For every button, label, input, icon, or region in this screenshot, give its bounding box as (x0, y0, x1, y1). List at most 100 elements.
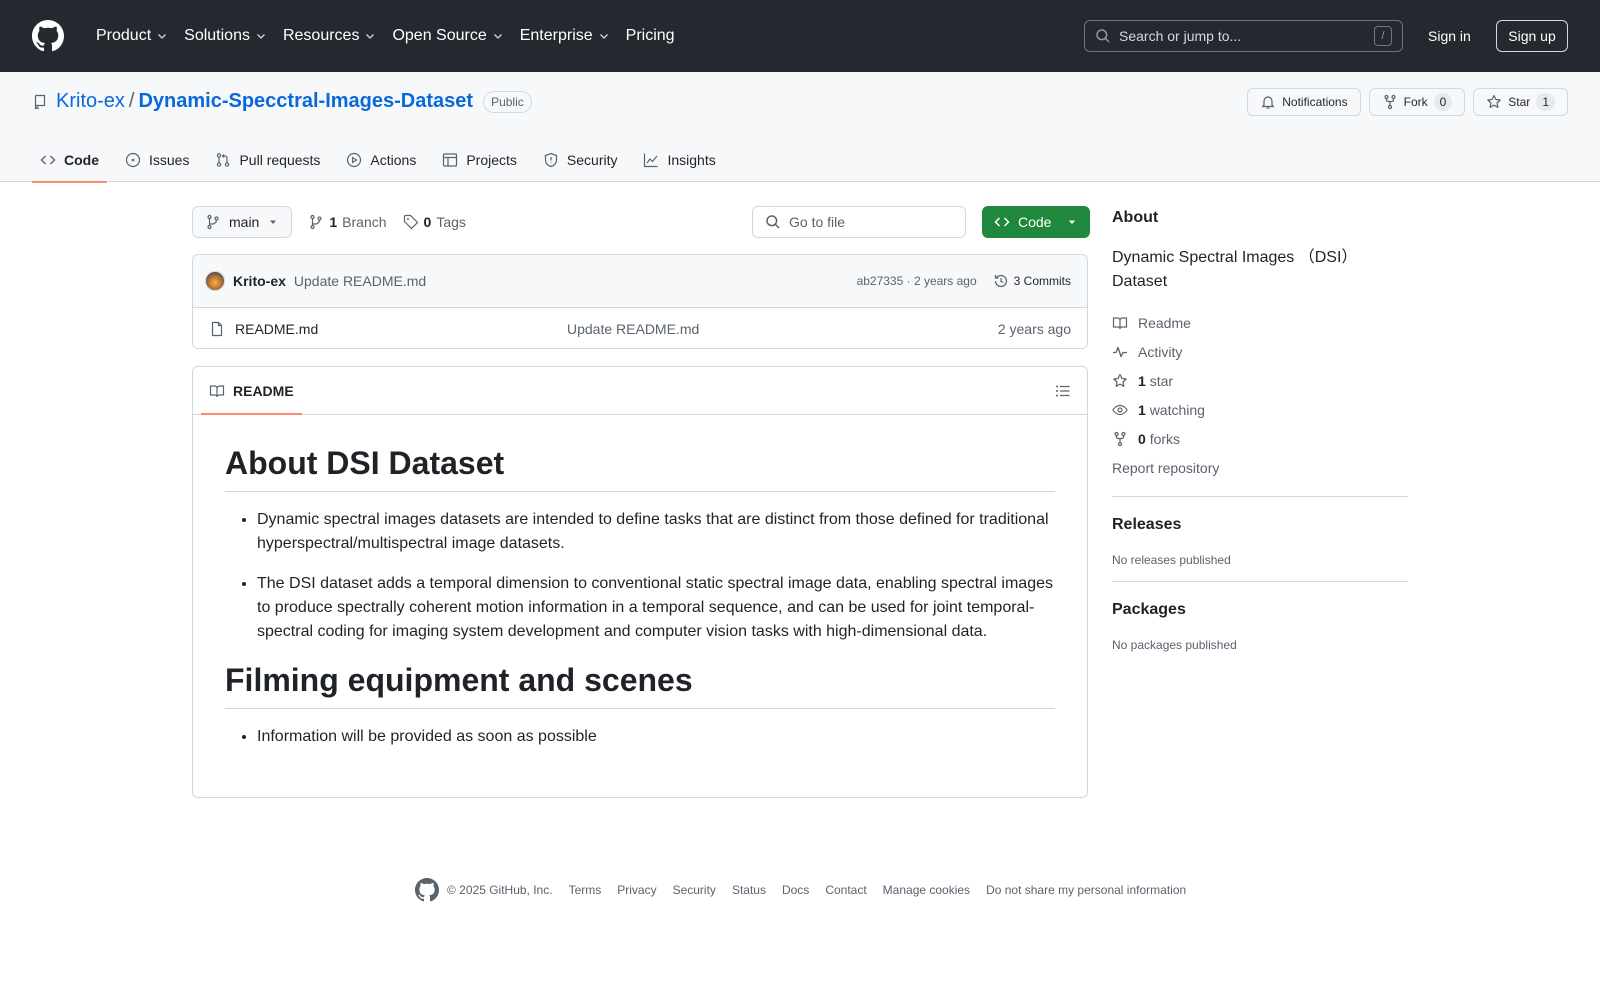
star-button[interactable]: Star 1 (1473, 88, 1568, 116)
nav-pricing[interactable]: Pricing (618, 20, 683, 52)
watching-label: watching (1149, 401, 1205, 418)
tab-pull-requests[interactable]: Pull requests (207, 138, 328, 182)
sign-up-button[interactable]: Sign up (1496, 20, 1568, 52)
packages-heading-link[interactable]: Packages (1112, 601, 1186, 618)
sign-in-link[interactable]: Sign in (1420, 20, 1479, 52)
play-icon (347, 152, 362, 168)
file-name-link[interactable]: README.md (235, 321, 318, 337)
releases-heading-link[interactable]: Releases (1112, 516, 1181, 533)
tab-label: Projects (466, 152, 517, 168)
caret-down-icon (1069, 220, 1075, 224)
file-list: Krito-ex Update README.md ab27335 · 2 ye… (192, 254, 1088, 349)
search-placeholder: Search or jump to... (1119, 28, 1242, 44)
file-toolbar: main 1 Branch 0 Tags Go to file Code (192, 206, 1090, 238)
tab-projects[interactable]: Projects (434, 138, 525, 182)
file-commit-message-link[interactable]: Update README.md (567, 321, 699, 337)
sidebar-divider (1112, 496, 1408, 497)
nav-label: Resources (282, 27, 360, 44)
tab-actions[interactable]: Actions (338, 138, 424, 182)
star-count: 1 (1536, 93, 1555, 111)
nav-enterprise[interactable]: Enterprise (512, 20, 618, 52)
packages-empty-text: No packages published (1112, 638, 1237, 652)
file-date: 2 years ago (997, 320, 1071, 337)
tab-label: Actions (370, 152, 417, 168)
tab-issues[interactable]: Issues (117, 138, 197, 182)
chevron-down-icon (599, 34, 608, 39)
nav-open-source[interactable]: Open Source (384, 20, 511, 52)
tab-label: Pull requests (239, 152, 321, 168)
footer-link-manage-cookies[interactable]: Manage cookies (883, 883, 970, 897)
tab-code[interactable]: Code (32, 138, 107, 183)
table-row: README.md Update README.md 2 years ago (193, 308, 1087, 348)
star-icon (1487, 94, 1502, 108)
footer-link-contact[interactable]: Contact (825, 883, 866, 897)
table-icon (443, 153, 458, 167)
footer-link-status[interactable]: Status (732, 883, 766, 897)
code-button-label: Code (1018, 214, 1052, 230)
nav-resources[interactable]: Resources (275, 20, 384, 52)
tab-security[interactable]: Security (535, 138, 626, 182)
notifications-button[interactable]: Notifications (1247, 88, 1361, 116)
footer-link-docs[interactable]: Docs (782, 883, 809, 897)
repo-owner-link[interactable]: Krito-ex (56, 90, 125, 113)
fork-button[interactable]: Fork 0 (1368, 88, 1466, 116)
book-icon (209, 384, 225, 397)
stars-link[interactable]: 1 star (1112, 366, 1408, 395)
readme-link[interactable]: Readme (1112, 308, 1408, 337)
visibility-badge: Public (483, 90, 532, 113)
global-header: Product Solutions Resources Open Source … (0, 0, 1600, 72)
readme-tab[interactable]: README (201, 367, 302, 415)
report-repository-link[interactable]: Report repository (1112, 453, 1408, 482)
nav-solutions[interactable]: Solutions (176, 20, 275, 52)
avatar[interactable] (205, 271, 225, 291)
tag-count: 0 (423, 214, 432, 230)
page-footer: © 2025 GitHub, Inc. Terms Privacy Securi… (415, 878, 1186, 902)
github-logo-icon[interactable] (415, 878, 439, 902)
repo-icon (34, 94, 46, 110)
footer-link-do-not-share[interactable]: Do not share my personal information (986, 883, 1186, 897)
tab-insights[interactable]: Insights (635, 138, 723, 182)
forks-count: 0 (1138, 430, 1146, 447)
branch-selector[interactable]: main (192, 206, 293, 238)
global-search-input[interactable]: Search or jump to... / (1084, 20, 1403, 52)
pull-request-icon (217, 153, 230, 167)
repo-title: Krito-ex / Dynamic-Specctral-Images-Data… (32, 90, 532, 113)
chevron-down-icon (158, 34, 167, 39)
commit-author-link[interactable]: Krito-ex (233, 273, 286, 289)
watchers-link[interactable]: 1 watching (1112, 395, 1408, 424)
activity-link[interactable]: Activity (1112, 337, 1408, 366)
go-to-file-input[interactable]: Go to file (752, 206, 966, 238)
watching-count: 1 (1138, 401, 1146, 418)
repo-name-link[interactable]: Dynamic-Specctral-Images-Dataset (138, 90, 473, 113)
fork-icon (1114, 431, 1126, 446)
sidebar-divider (1112, 581, 1408, 582)
tags-link[interactable]: 0 Tags (403, 214, 466, 230)
commit-message-link[interactable]: Update README.md (294, 273, 426, 289)
github-logo-icon[interactable] (32, 20, 64, 52)
outline-list-icon[interactable] (1055, 383, 1071, 399)
code-icon (994, 217, 1010, 227)
latest-commit-row: Krito-ex Update README.md ab27335 · 2 ye… (193, 255, 1087, 308)
nav-product[interactable]: Product (88, 20, 176, 52)
readme-content: About DSI Dataset Dynamic spectral image… (193, 415, 1087, 749)
chevron-down-icon (366, 34, 375, 39)
readme-link-label: Readme (1138, 314, 1191, 331)
commits-link[interactable]: 3 Commits (993, 273, 1071, 289)
footer-link-privacy[interactable]: Privacy (617, 883, 656, 897)
readme-tab-label: README (233, 382, 294, 399)
repo-header: Krito-ex / Dynamic-Specctral-Images-Data… (0, 72, 1600, 183)
fork-icon (1384, 94, 1396, 110)
code-dropdown-button[interactable]: Code (982, 206, 1090, 238)
caret-down-icon (270, 220, 277, 224)
forks-link[interactable]: 0 forks (1112, 424, 1408, 453)
commit-hash-time[interactable]: ab27335 · 2 years ago (857, 274, 977, 288)
graph-icon (644, 153, 658, 168)
issue-icon (125, 152, 141, 168)
shield-icon (544, 152, 558, 168)
branches-link[interactable]: 1 Branch (308, 214, 387, 230)
repo-actions: Notifications Fork 0 Star 1 (1247, 88, 1568, 116)
footer-link-terms[interactable]: Terms (569, 883, 602, 897)
footer-link-security[interactable]: Security (673, 883, 716, 897)
go-to-file-placeholder: Go to file (789, 214, 846, 230)
repo-path-separator: / (128, 90, 135, 112)
